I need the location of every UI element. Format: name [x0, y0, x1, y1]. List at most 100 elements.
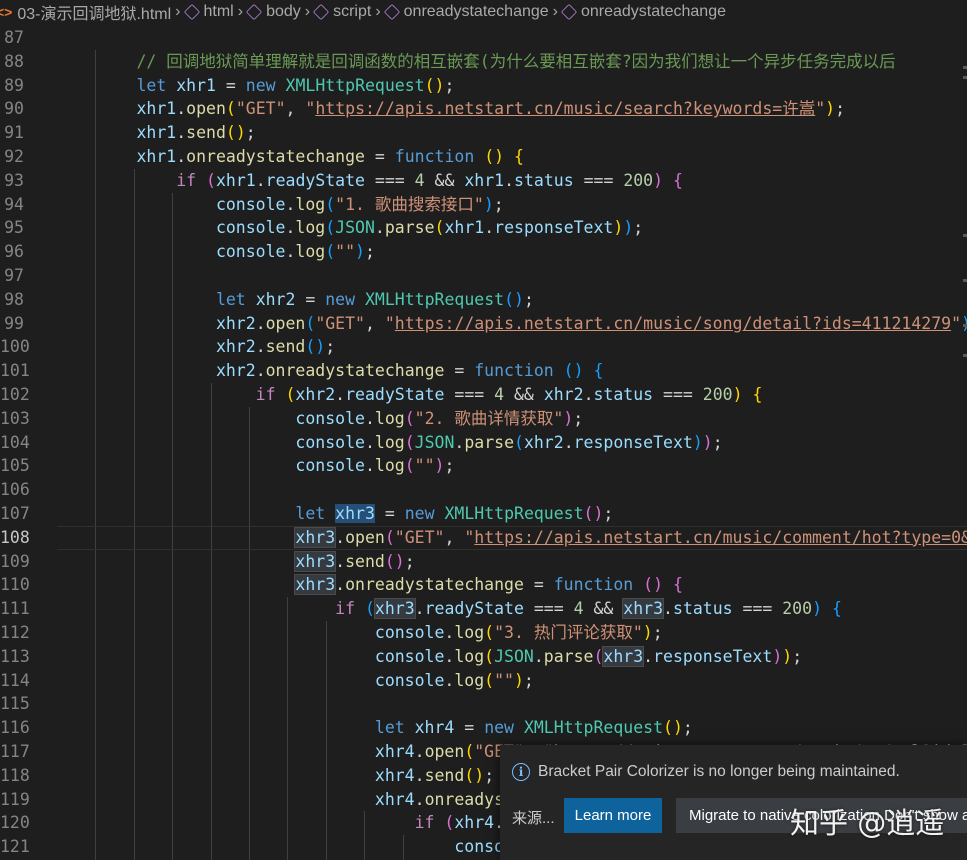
code-token: ": [815, 99, 826, 119]
code-line[interactable]: 115: [0, 692, 967, 716]
code-token: xhr3: [602, 645, 645, 667]
code-token: .: [255, 313, 266, 333]
notification-source[interactable]: 来源...: [512, 807, 555, 828]
breadcrumb-item-body[interactable]: body: [245, 3, 301, 21]
code-token: "GET": [394, 527, 445, 547]
code-token: xhr3: [622, 598, 665, 620]
line-code: console.log("");: [57, 240, 375, 264]
line-number: 105: [0, 456, 30, 476]
code-line[interactable]: 110 xhr3.onreadystatechange = function (…: [0, 573, 967, 597]
breadcrumb-item-onreadystatechange[interactable]: onreadystatechange: [383, 3, 549, 21]
code-line[interactable]: 95 console.log(JSON.parse(xhr1.responseT…: [0, 216, 967, 240]
code-token: ;: [652, 623, 663, 642]
code-line[interactable]: 111 if (xhr3.readyState === 4 && xhr3.st…: [0, 597, 967, 621]
code-line[interactable]: 104 console.log(JSON.parse(xhr2.response…: [0, 431, 967, 455]
code-token: (: [384, 527, 395, 547]
breadcrumb-file-label: 03-演示回调地狱.html: [17, 6, 172, 23]
code-token: &&: [504, 385, 544, 404]
code-editor[interactable]: 87 88 // 回调地狱简单理解就是回调函数的相互嵌套(为什么要相互嵌套?因为我…: [0, 24, 967, 860]
code-token: xhr4: [57, 742, 415, 761]
code-line[interactable]: 101 xhr2.onreadystatechange = function (…: [0, 359, 967, 383]
code-line[interactable]: 105 console.log("");: [0, 454, 967, 478]
code-token: xhr1: [215, 170, 256, 190]
code-line[interactable]: 113 console.log(JSON.parse(xhr3.response…: [0, 645, 967, 669]
line-code: console.log(JSON.parse(xhr2.responseText…: [57, 431, 723, 455]
breadcrumb: <> 03-演示回调地狱.html › html › body › script › onre…: [0, 0, 967, 24]
code-token: 200: [623, 170, 654, 190]
code-token: JSON: [414, 432, 455, 452]
code-line[interactable]: 96 console.log("");: [0, 240, 967, 264]
chevron-right-icon: ›: [304, 3, 311, 20]
code-token: log: [374, 408, 405, 428]
line-code: if (xhr2.readyState === 4 && xhr2.status…: [57, 383, 763, 407]
code-line[interactable]: 109 xhr3.send();: [0, 550, 967, 574]
code-token: (: [444, 813, 455, 833]
code-token: ;: [523, 670, 534, 690]
code-line[interactable]: 103 console.log("2. 歌曲详情获取");: [0, 407, 967, 431]
code-token: xhr1: [57, 99, 177, 119]
code-token: ): [642, 623, 653, 642]
code-token: XMLHttpRequest: [523, 718, 664, 738]
breadcrumb-item-script[interactable]: script: [312, 3, 372, 21]
code-line[interactable]: 94 console.log("1. 歌曲搜索接口");: [0, 193, 967, 217]
code-line[interactable]: 100 xhr2.send();: [0, 335, 967, 359]
code-token: open: [186, 99, 226, 119]
code-token: (: [325, 242, 336, 262]
code-line[interactable]: 99 xhr2.open("GET", "https://apis.netsta…: [0, 312, 967, 336]
code-token: ===: [573, 170, 624, 190]
code-line[interactable]: 87: [0, 26, 967, 50]
code-line[interactable]: 97: [0, 264, 967, 288]
code-token: parse: [543, 646, 594, 666]
code-line[interactable]: 116 let xhr4 = new XMLHttpRequest();: [0, 716, 967, 740]
code-line[interactable]: 106: [0, 478, 967, 502]
line-code: xhr3.onreadystatechange = function () {: [57, 573, 683, 597]
code-token: .: [176, 99, 187, 119]
learn-more-button[interactable]: Learn more: [564, 798, 662, 833]
line-code: xhr4.send();: [57, 764, 494, 788]
line-code: xhr2.open("GET", "https://apis.netstart.…: [57, 312, 967, 336]
code-token: if: [57, 813, 445, 833]
code-token: send: [265, 337, 306, 357]
line-number: 104: [0, 432, 30, 452]
code-token: ;: [523, 289, 534, 309]
code-line[interactable]: 114 console.log("");: [0, 669, 967, 693]
code-token: ;: [712, 432, 723, 452]
breadcrumb-item-html[interactable]: html: [183, 3, 234, 21]
line-code: xhr1.onreadystatechange = function () {: [57, 145, 523, 169]
code-line[interactable]: 108 xhr3.open("GET", "https://apis.netst…: [0, 525, 967, 550]
line-number: 111: [0, 599, 30, 619]
code-token: xhr4: [454, 813, 495, 833]
code-token: "3. 热门评论获取": [494, 623, 643, 642]
code-token: =: [374, 504, 405, 523]
code-line[interactable]: 89 let xhr1 = new XMLHttpRequest();: [0, 74, 967, 98]
code-token: parse: [384, 218, 435, 238]
code-token: .: [663, 599, 673, 619]
code-token: readyState: [424, 599, 524, 619]
code-token: status: [672, 599, 733, 619]
line-number: 121: [0, 837, 30, 857]
code-token: xhr2: [57, 337, 256, 357]
line-number: 94: [4, 194, 24, 214]
code-token: .: [414, 765, 425, 785]
code-token: function: [553, 575, 644, 595]
code-token: console: [57, 646, 445, 666]
code-line[interactable]: 90 xhr1.open("GET", "https://apis.netsta…: [0, 97, 967, 121]
breadcrumb-item-label: script: [333, 3, 372, 20]
line-number: 118: [0, 765, 30, 785]
code-line[interactable]: 92 xhr1.onreadystatechange = function ()…: [0, 145, 967, 169]
code-line[interactable]: 102 if (xhr2.readyState === 4 && xhr2.st…: [0, 383, 967, 407]
breadcrumb-item-onreadystatechange[interactable]: onreadystatechange: [560, 3, 726, 21]
breadcrumb-file[interactable]: <> 03-演示回调地狱.html: [0, 0, 171, 24]
code-line[interactable]: 107 let xhr3 = new XMLHttpRequest();: [0, 502, 967, 526]
code-line[interactable]: 91 xhr1.send();: [0, 121, 967, 145]
code-token: ): [653, 170, 664, 190]
code-token: log: [454, 623, 485, 642]
code-token: console: [57, 837, 524, 857]
code-line[interactable]: 98 let xhr2 = new XMLHttpRequest();: [0, 288, 967, 312]
code-token: readyState: [345, 385, 445, 404]
code-token: xhr1: [57, 147, 177, 166]
code-line[interactable]: 88 // 回调地狱简单理解就是回调函数的相互嵌套(为什么要相互嵌套?因为我们想…: [0, 50, 967, 74]
code-line[interactable]: 112 console.log("3. 热门评论获取");: [0, 621, 967, 645]
code-line[interactable]: 93 if (xhr1.readyState === 4 && xhr1.sta…: [0, 169, 967, 193]
code-token: ;: [633, 218, 644, 238]
